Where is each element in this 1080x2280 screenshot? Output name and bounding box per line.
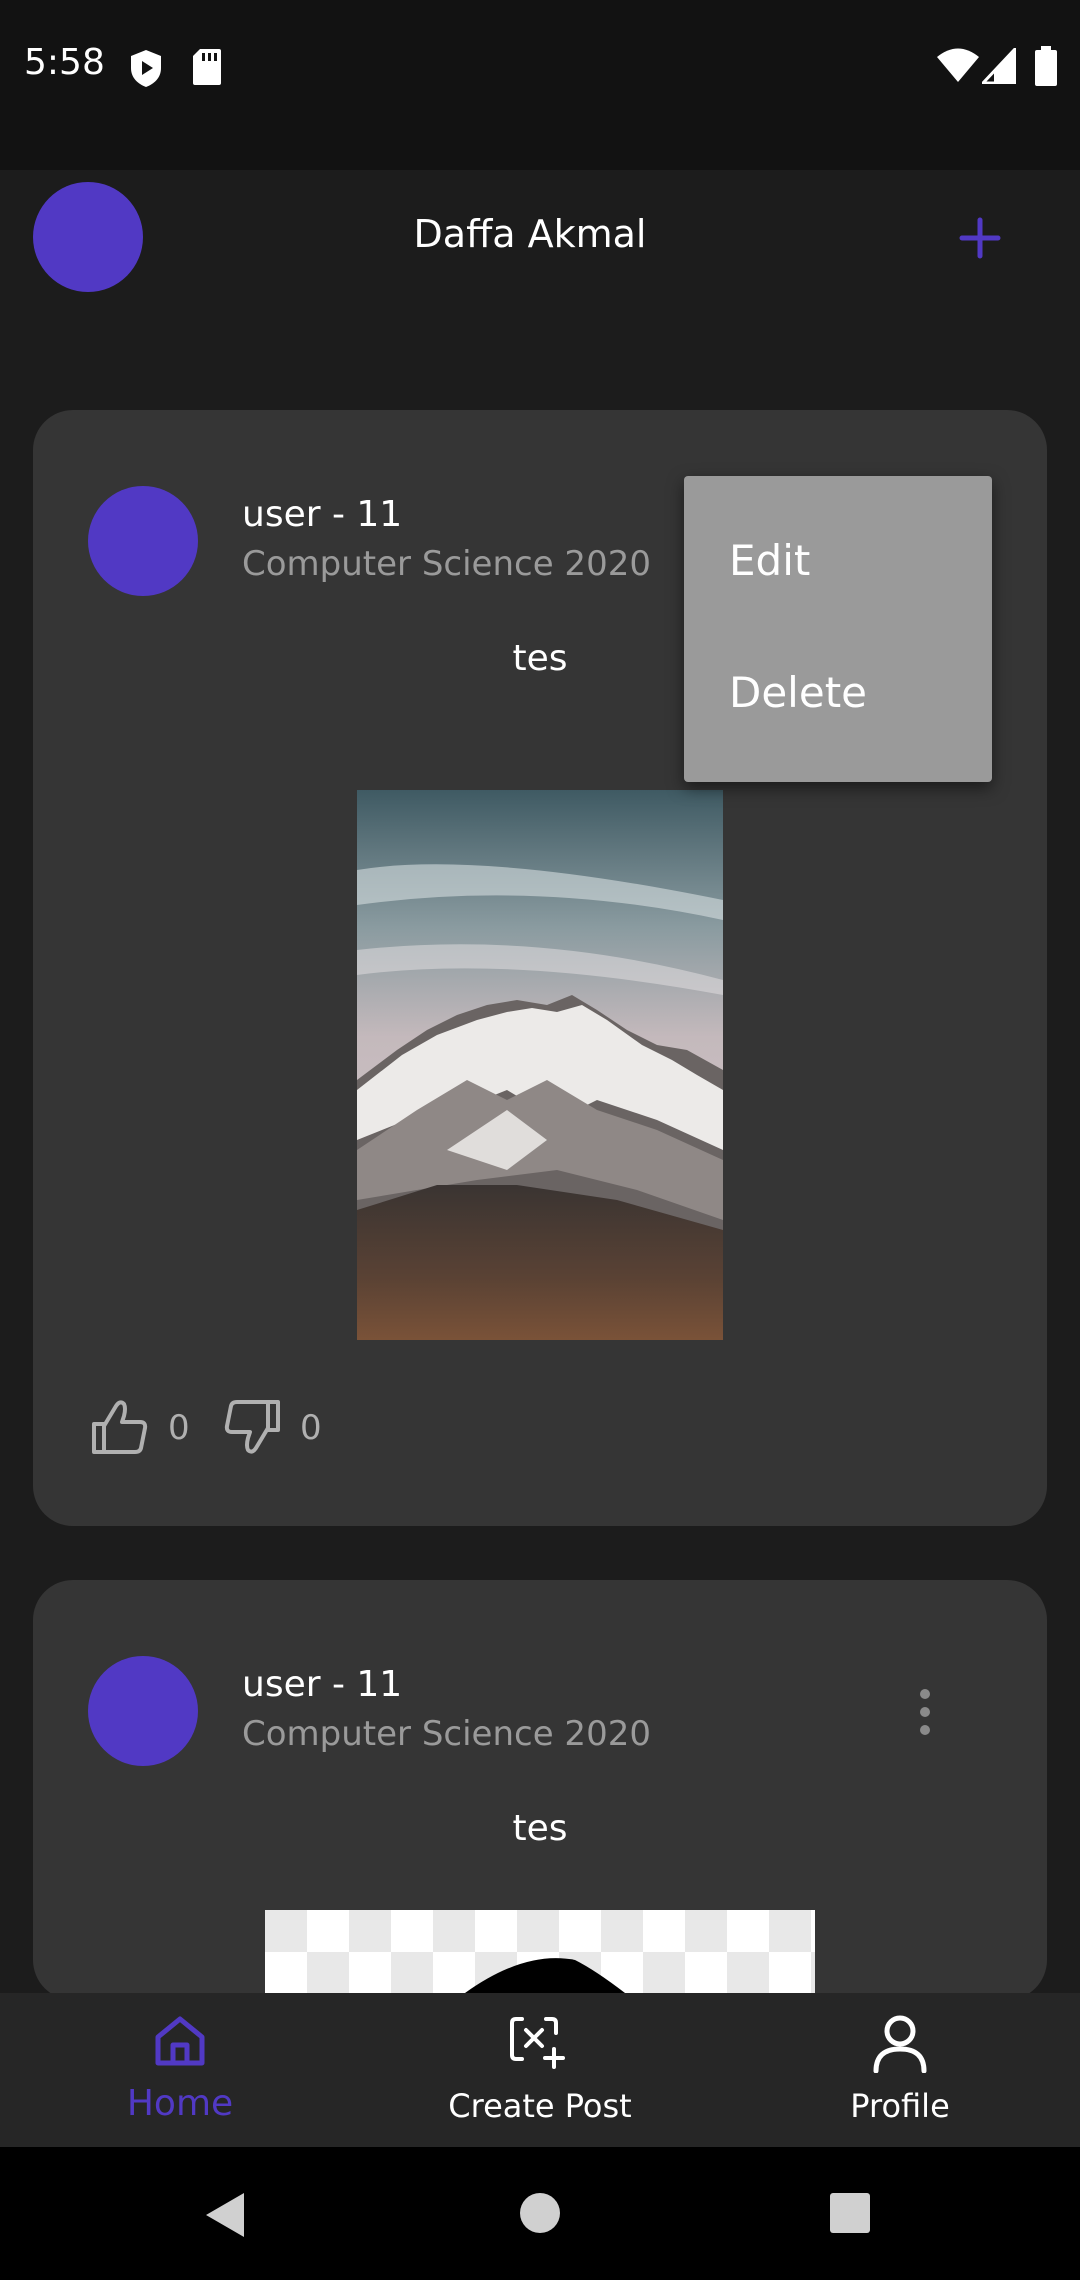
thumbs-down-icon[interactable] [222,1398,282,1456]
recents-icon[interactable] [828,2191,872,2235]
page-title: Daffa Akmal [413,212,647,256]
home-button-icon[interactable] [518,2191,562,2235]
more-options-icon[interactable] [915,1688,935,1736]
back-icon[interactable] [204,2191,248,2239]
nav-item-home[interactable]: Home [60,1993,300,2147]
like-count: 0 [168,1408,190,1448]
menu-item-delete[interactable]: Delete [729,668,867,717]
post-username: user - 11 [242,494,403,535]
status-time: 5:58 [24,42,105,83]
nav-label-home: Home [126,2083,234,2124]
post-avatar[interactable] [88,1656,198,1766]
sd-card-icon [193,49,221,85]
plus-icon[interactable] [956,214,1004,262]
nav-label-profile: Profile [850,2087,950,2125]
post-text: tes [512,1808,568,1849]
context-menu: Edit Delete [684,476,992,782]
post-avatar[interactable] [88,486,198,596]
post-image[interactable] [265,1910,815,1993]
create-post-icon [510,2017,565,2069]
app-header [0,170,1080,370]
dislike-count: 0 [300,1408,322,1448]
post-subtitle: Computer Science 2020 [242,544,651,584]
menu-item-edit[interactable]: Edit [729,536,810,585]
post-subtitle: Computer Science 2020 [242,1714,651,1754]
nav-item-create-post[interactable]: Create Post [400,1993,680,2147]
shield-play-icon [131,50,161,87]
home-icon [155,2016,205,2066]
post-image[interactable] [357,790,723,1340]
system-navigation-bar [0,2147,1080,2280]
wifi-icon [937,48,979,82]
battery-icon [1035,46,1057,86]
bottom-navigation: Home Create Post Profile [0,1993,1080,2147]
signal-icon [982,48,1016,84]
profile-icon [873,2015,927,2073]
nav-item-profile[interactable]: Profile [780,1993,1020,2147]
thumbs-up-icon[interactable] [90,1398,150,1456]
nav-label-create-post: Create Post [448,2087,632,2125]
post-username: user - 11 [242,1664,403,1705]
